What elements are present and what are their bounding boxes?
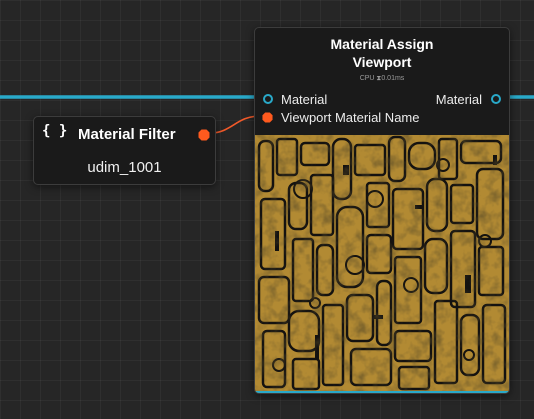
material-assign-viewport-node[interactable]: Material Assign Viewport CPU ⧗0.01ms Mat… (254, 27, 510, 394)
material-input-label: Material (281, 92, 328, 107)
viewport-material-name-label: Viewport Material Name (281, 110, 420, 125)
cpu-time-label: CPU ⧗0.01ms (359, 75, 405, 82)
string-wire (209, 115, 261, 134)
material-input-port[interactable] (263, 94, 273, 104)
node-title-line-2: Viewport (352, 54, 412, 70)
texture-preview-image (255, 135, 509, 393)
node-title-line-1: Material Assign (330, 36, 434, 52)
node-title: Material Filter (78, 126, 176, 143)
material-filter-node[interactable]: { } Material Filter udim_1001 (33, 116, 216, 185)
material-output-port[interactable] (491, 94, 501, 104)
node-title: Material Assign Viewport (255, 35, 509, 71)
viewport-material-name-input-port[interactable] (262, 112, 273, 123)
filter-value: udim_1001 (87, 159, 162, 176)
material-output-label: Material (435, 92, 482, 107)
node-bottom-accent (255, 391, 509, 393)
output-port[interactable] (198, 129, 210, 141)
curly-braces-icon: { } (42, 123, 68, 139)
